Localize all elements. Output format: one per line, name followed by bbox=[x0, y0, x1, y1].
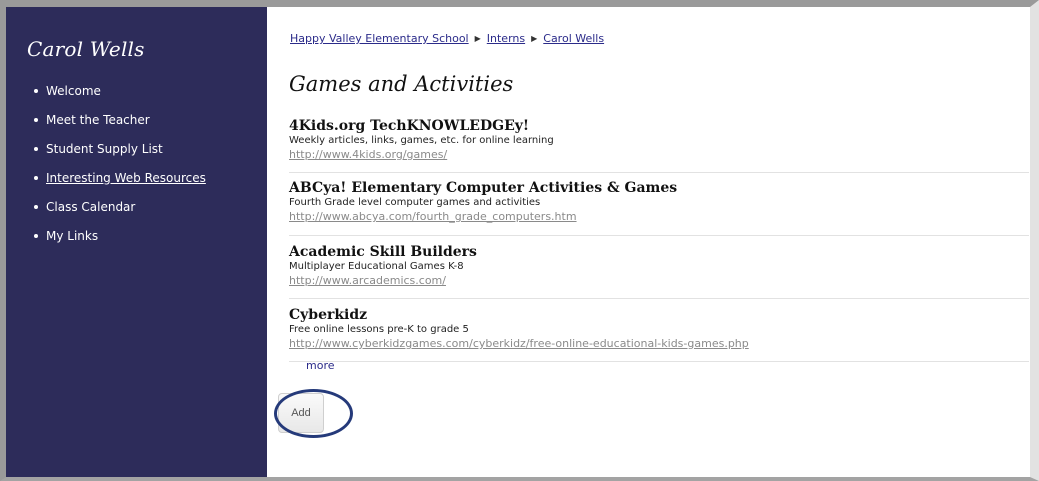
link-description: Fourth Grade level computer games and ac… bbox=[289, 197, 541, 208]
sidebar-item-label: Class Calendar bbox=[46, 200, 136, 214]
sidebar-title: Carol Wells bbox=[27, 37, 145, 61]
link-description: Multiplayer Educational Games K-8 bbox=[289, 261, 464, 272]
list-item: Academic Skill Builders Multiplayer Educ… bbox=[289, 243, 1029, 299]
sidebar-item-welcome[interactable]: Welcome bbox=[34, 83, 206, 112]
link-title: 4Kids.org TechKNOWLEDGEy! bbox=[289, 118, 530, 134]
add-button[interactable]: Add bbox=[278, 393, 324, 433]
sidebar-item-meet-the-teacher[interactable]: Meet the Teacher bbox=[34, 112, 206, 141]
breadcrumb-arrow-icon: ▶ bbox=[474, 34, 481, 43]
link-title: ABCya! Elementary Computer Activities & … bbox=[289, 180, 678, 196]
breadcrumb-link-school[interactable]: Happy Valley Elementary School bbox=[290, 32, 469, 45]
main-content: Happy Valley Elementary School ▶ Interns ▶ C… bbox=[268, 7, 1029, 477]
sidebar-item-label: My Links bbox=[46, 229, 99, 243]
page-title: Games and Activities bbox=[289, 72, 514, 96]
breadcrumb: Happy Valley Elementary School ▶ Interns ▶ C… bbox=[290, 32, 604, 45]
link-title: Academic Skill Builders bbox=[289, 244, 477, 260]
sidebar: Carol Wells Welcome Meet the Teacher Stu… bbox=[6, 7, 267, 477]
sidebar-item-label: Student Supply List bbox=[46, 142, 163, 156]
bullet-icon bbox=[34, 89, 38, 93]
bullet-icon bbox=[34, 205, 38, 209]
sidebar-item-label: Meet the Teacher bbox=[46, 113, 150, 127]
link-url[interactable]: http://www.arcademics.com/ bbox=[289, 273, 1029, 288]
list-item: Cyberkidz Free online lessons pre-K to g… bbox=[289, 306, 1029, 362]
breadcrumb-arrow-icon: ▶ bbox=[531, 34, 538, 43]
list-item: ABCya! Elementary Computer Activities & … bbox=[289, 179, 1029, 236]
sidebar-nav: Welcome Meet the Teacher Student Supply … bbox=[34, 83, 206, 257]
bullet-icon bbox=[34, 118, 38, 122]
sidebar-item-label: Welcome bbox=[46, 84, 101, 98]
link-url[interactable]: http://www.4kids.org/games/ bbox=[289, 147, 1029, 162]
sidebar-item-interesting-web-resources[interactable]: Interesting Web Resources bbox=[34, 170, 206, 199]
sidebar-item-class-calendar[interactable]: Class Calendar bbox=[34, 199, 206, 228]
sidebar-item-label: Interesting Web Resources bbox=[46, 171, 206, 185]
link-url[interactable]: http://www.cyberkidzgames.com/cyberkidz/… bbox=[289, 336, 1029, 351]
sidebar-item-my-links[interactable]: My Links bbox=[34, 228, 206, 257]
sidebar-item-student-supply-list[interactable]: Student Supply List bbox=[34, 141, 206, 170]
bullet-icon bbox=[34, 176, 38, 180]
breadcrumb-link-interns[interactable]: Interns bbox=[487, 32, 525, 45]
bullet-icon bbox=[34, 234, 38, 238]
link-url[interactable]: http://www.abcya.com/fourth_grade_comput… bbox=[289, 209, 1029, 224]
list-item: 4Kids.org TechKNOWLEDGEy! Weekly article… bbox=[289, 117, 1029, 173]
links-list: 4Kids.org TechKNOWLEDGEy! Weekly article… bbox=[289, 117, 1029, 362]
breadcrumb-link-carol-wells[interactable]: Carol Wells bbox=[543, 32, 604, 45]
link-description: Weekly articles, links, games, etc. for … bbox=[289, 135, 554, 146]
link-description: Free online lessons pre-K to grade 5 bbox=[289, 324, 469, 335]
link-title: Cyberkidz bbox=[289, 307, 368, 323]
more-link[interactable]: more bbox=[306, 359, 335, 372]
bullet-icon bbox=[34, 147, 38, 151]
